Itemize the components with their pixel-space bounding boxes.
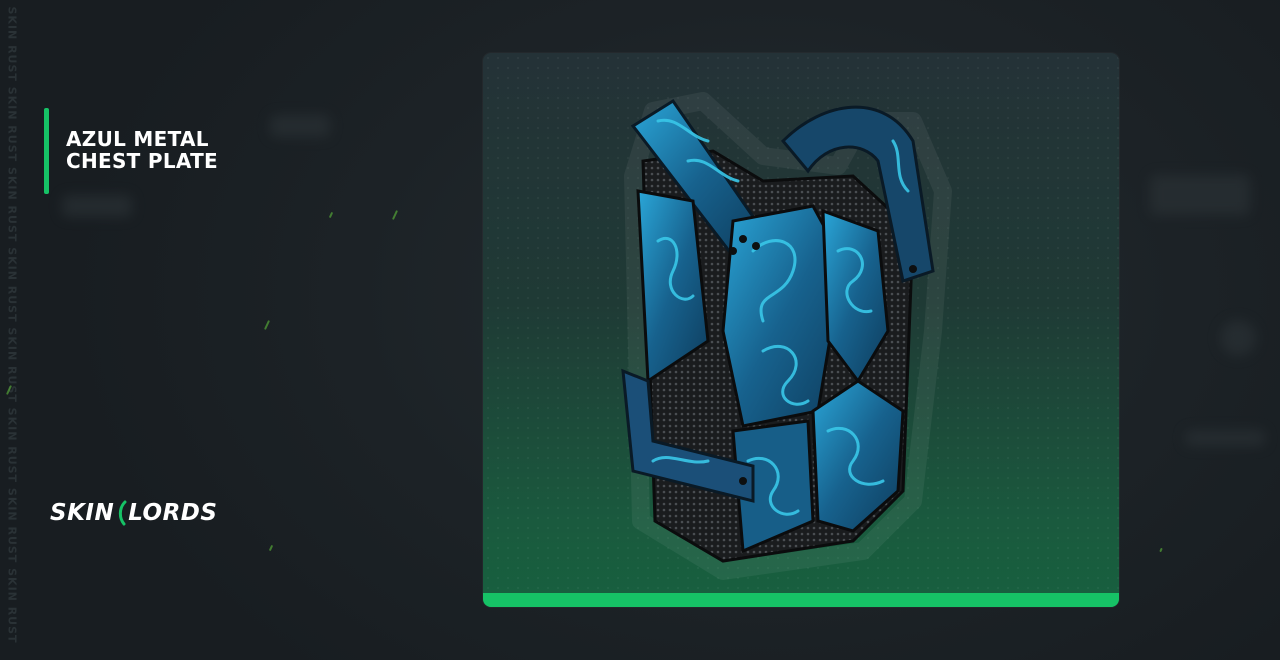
card-accent-bar <box>483 593 1119 607</box>
spark-particle <box>268 544 274 552</box>
item-title: AZUL METAL CHEST PLATE <box>66 128 286 194</box>
spark-particle <box>328 211 334 219</box>
azul-metal-chest-plate-image <box>621 92 952 580</box>
brand-text-right: LORDS <box>128 500 218 526</box>
brand-slash-icon <box>119 500 127 526</box>
spark-particle <box>391 210 399 220</box>
background-blur <box>62 195 132 217</box>
background-blur <box>1185 430 1265 446</box>
spark-particle <box>263 320 271 330</box>
side-watermark: SKIN RUST SKIN RUST SKIN RUST SKIN RUST … <box>2 0 19 660</box>
item-title-block: AZUL METAL CHEST PLATE <box>44 108 286 194</box>
skinlords-logo: SKIN LORDS <box>50 500 217 526</box>
title-accent-bar <box>44 108 49 194</box>
spark-particle <box>1159 547 1163 553</box>
item-card <box>483 53 1119 607</box>
item-title-line-2: CHEST PLATE <box>66 149 219 173</box>
item-title-line-1: AZUL METAL <box>66 127 209 151</box>
watermark-text: SKIN RUST SKIN RUST SKIN RUST SKIN RUST … <box>5 6 19 644</box>
brand-text-left: SKIN <box>50 500 115 526</box>
skin-preview-banner: SKIN RUST SKIN RUST SKIN RUST SKIN RUST … <box>0 0 1280 660</box>
background-blur <box>1220 320 1256 356</box>
background-blur <box>1150 175 1250 215</box>
